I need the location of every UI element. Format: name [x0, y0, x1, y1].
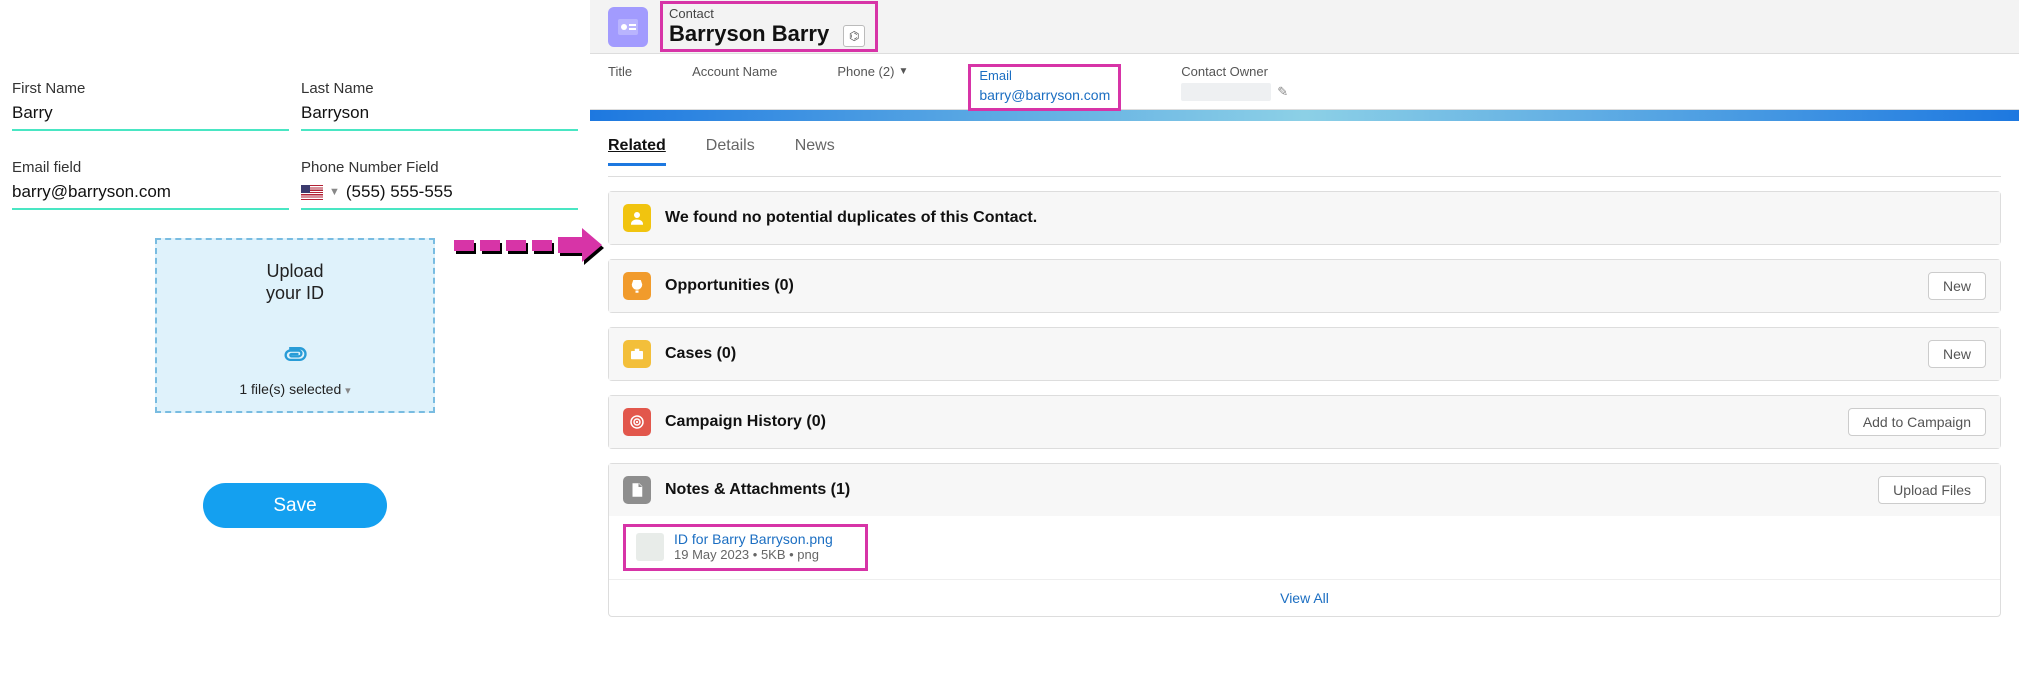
duplicates-title: We found no potential duplicates of this… — [665, 209, 1986, 227]
contact-icon — [608, 7, 648, 47]
duplicates-section: We found no potential duplicates of this… — [608, 191, 2001, 245]
cases-icon — [623, 340, 651, 368]
add-campaign-button[interactable]: Add to Campaign — [1848, 408, 1986, 436]
pencil-icon[interactable]: ✎ — [1277, 84, 1288, 100]
cases-section: Cases (0) New — [608, 327, 2001, 381]
record-header: Contact Barryson Barry ⌬ — [590, 0, 2019, 54]
first-name-field[interactable]: Barry — [12, 103, 289, 131]
attachment-highlight: ID for Barry Barryson.png 19 May 2023 • … — [623, 524, 868, 571]
tab-news[interactable]: News — [795, 137, 835, 166]
phone-field[interactable]: ▼ (555) 555-555 — [301, 182, 578, 210]
last-name-field[interactable]: Barryson — [301, 103, 578, 131]
opportunities-title[interactable]: Opportunities (0) — [665, 277, 1914, 295]
opportunities-section: Opportunities (0) New — [608, 259, 2001, 313]
attachment-icon — [280, 340, 310, 373]
phone-value: (555) 555-555 — [346, 182, 453, 202]
mapping-arrow-icon — [454, 228, 602, 262]
attachment-name[interactable]: ID for Barry Barryson.png — [674, 531, 833, 547]
title-label: Title — [608, 64, 632, 79]
account-label: Account Name — [692, 64, 777, 79]
phone-dropdown[interactable]: Phone (2)▼ — [837, 64, 908, 79]
tab-details[interactable]: Details — [706, 137, 755, 166]
email-field[interactable]: barry@barryson.com — [12, 182, 289, 210]
entity-label: Contact — [669, 6, 829, 21]
email-label: Email — [979, 68, 1110, 83]
notes-icon — [623, 476, 651, 504]
files-selected-text[interactable]: 1 file(s) selected ▾ — [167, 381, 423, 397]
new-button[interactable]: New — [1928, 272, 1986, 300]
last-name-label: Last Name — [301, 80, 578, 97]
web-form: First Name Barry Last Name Barryson Emai… — [0, 0, 590, 684]
save-button[interactable]: Save — [203, 483, 387, 528]
upload-files-button[interactable]: Upload Files — [1878, 476, 1986, 504]
owner-value[interactable]: ✎ — [1181, 83, 1288, 101]
us-flag-icon[interactable] — [301, 185, 323, 200]
campaign-title[interactable]: Campaign History (0) — [665, 413, 1834, 431]
opportunities-icon — [623, 272, 651, 300]
hierarchy-icon[interactable]: ⌬ — [843, 25, 865, 47]
phone-label: Phone Number Field — [301, 159, 578, 176]
entity-name: Barryson Barry — [669, 21, 829, 46]
email-label: Email field — [12, 159, 289, 176]
upload-title: Upload your ID — [167, 260, 423, 304]
cases-title[interactable]: Cases (0) — [665, 345, 1914, 363]
tab-related[interactable]: Related — [608, 137, 666, 166]
upload-area[interactable]: Upload your ID 1 file(s) selected ▾ — [155, 238, 435, 413]
first-name-label: First Name — [12, 80, 289, 97]
view-all-link[interactable]: View All — [609, 579, 2000, 616]
duplicates-icon — [623, 204, 651, 232]
new-button[interactable]: New — [1928, 340, 1986, 368]
campaign-icon — [623, 408, 651, 436]
attachment-meta: 19 May 2023 • 5KB • png — [674, 547, 833, 562]
contact-name-highlight: Contact Barryson Barry ⌬ — [660, 1, 878, 52]
chevron-down-icon[interactable]: ▾ — [345, 385, 351, 397]
record-info-bar: Title Account Name Phone (2)▼ Email barr… — [590, 54, 2019, 110]
campaign-section: Campaign History (0) Add to Campaign — [608, 395, 2001, 449]
tabs-nav: Related Details News — [608, 121, 2001, 177]
salesforce-panel: Contact Barryson Barry ⌬ Title Account N… — [590, 0, 2019, 684]
email-value[interactable]: barry@barryson.com — [979, 87, 1110, 103]
owner-label: Contact Owner — [1181, 64, 1288, 79]
notes-attachments-section: Notes & Attachments (1) Upload Files ID … — [608, 463, 2001, 617]
notes-title[interactable]: Notes & Attachments (1) — [665, 481, 1864, 499]
attachment-thumb[interactable] — [636, 533, 664, 561]
email-highlight: Email barry@barryson.com — [968, 64, 1121, 111]
chevron-down-icon[interactable]: ▼ — [329, 186, 340, 198]
decorative-stage-bar — [590, 110, 2019, 121]
